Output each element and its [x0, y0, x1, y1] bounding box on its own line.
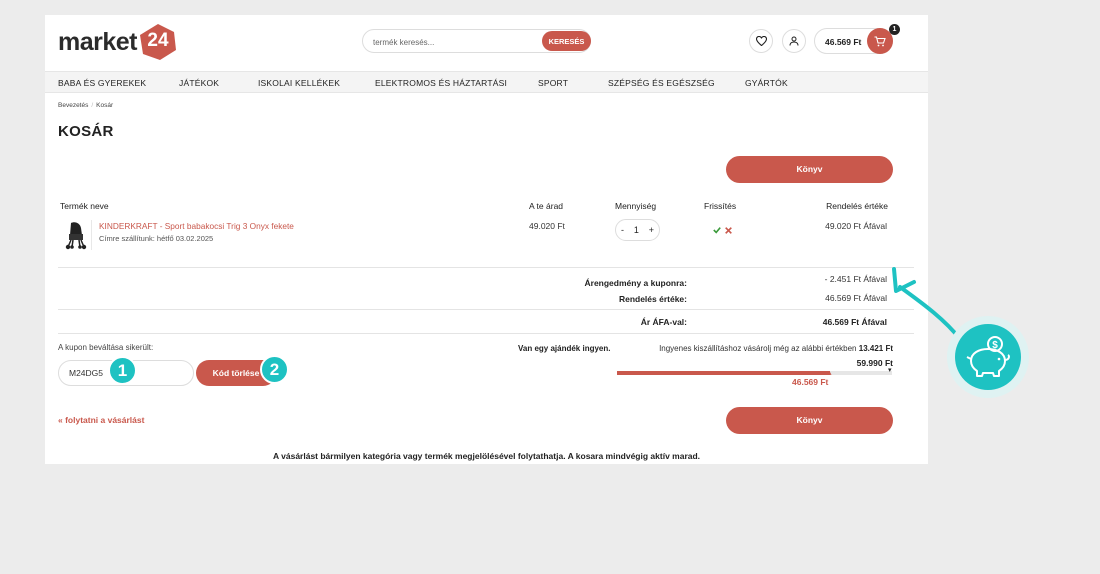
free-shipping-text: Ingyenes kiszállításhoz vásárolj még az …: [659, 344, 893, 353]
coupon-label: A kupon beváltása sikerült:: [58, 343, 154, 352]
vat-price-label: Ár ÁFA-val:: [640, 317, 687, 327]
logo-number: 24: [147, 30, 169, 51]
cart-total: 46.569 Ft: [825, 37, 862, 47]
cart-count-badge: 1: [889, 24, 900, 35]
divider: [58, 267, 914, 268]
logo[interactable]: market 24: [58, 22, 178, 62]
footer-note: A vásárlást bármilyen kategória vagy ter…: [272, 451, 701, 461]
gift-label: Van egy ajándék ingyen.: [518, 344, 611, 353]
nav-item-baby[interactable]: BABA ÉS GYEREKEK: [58, 78, 146, 88]
product-name-link[interactable]: KINDERKRAFT - Sport babakocsi Trig 3 Ony…: [99, 221, 294, 231]
col-your-price: A te árad: [529, 201, 564, 211]
progress-current-marker: ▴: [828, 370, 832, 377]
user-icon: [789, 36, 799, 46]
shop-page: market 24 KERESÉS 46.569 Ft 1 BABA ÉS GY…: [45, 15, 928, 464]
breadcrumb-current: Kosár: [96, 102, 114, 109]
piggy-bank-icon: $: [955, 324, 1021, 390]
quantity-stepper: - 1 +: [615, 219, 660, 241]
remove-x-icon[interactable]: [725, 221, 732, 239]
breadcrumb-home[interactable]: Bevezetés: [58, 102, 88, 109]
free-shipping-message: Ingyenes kiszállításhoz vásárolj még az …: [659, 344, 857, 353]
progress-fill: [617, 371, 831, 375]
qty-value[interactable]: 1: [634, 225, 639, 235]
main-nav: BABA ÉS GYEREKEK JÁTÉKOK ISKOLAI KELLÉKE…: [45, 71, 928, 93]
vat-price-value: 46.569 Ft Áfával: [822, 317, 887, 327]
order-value: 46.569 Ft Áfával: [825, 293, 887, 303]
breadcrumb-separator: /: [91, 102, 94, 109]
wishlist-button[interactable]: [749, 29, 773, 53]
search-bar: KERESÉS: [362, 29, 591, 53]
qty-plus-button[interactable]: +: [649, 225, 654, 235]
checkout-button-top[interactable]: Könyv: [726, 156, 893, 183]
product-total: 49.020 Ft Áfával: [825, 221, 887, 231]
account-button[interactable]: [782, 29, 806, 53]
discount-label: Árengedmény a kuponra:: [584, 278, 688, 288]
product-shipping-date: Címre szállítunk: hétfő 03.02.2025: [99, 234, 214, 243]
divider: [58, 309, 914, 310]
col-quantity: Mennyiség: [615, 201, 657, 211]
heart-icon: [755, 36, 767, 46]
progress-end-marker: ▾: [888, 367, 892, 374]
step-badge-1: 1: [108, 356, 137, 385]
remaining-amount: 13.421 Ft: [858, 344, 893, 353]
nav-item-toys[interactable]: JÁTÉKOK: [179, 78, 219, 88]
search-button[interactable]: KERESÉS: [542, 31, 591, 51]
confirm-check-icon[interactable]: [713, 221, 721, 239]
checkout-button-bottom[interactable]: Könyv: [726, 407, 893, 434]
nav-item-beauty[interactable]: SZÉPSÉG ÉS EGÉSZSÉG: [608, 78, 715, 88]
product-price: 49.020 Ft: [529, 221, 565, 231]
free-shipping-progress: [617, 371, 892, 375]
order-value-label: Rendelés értéke:: [618, 294, 687, 304]
logo-badge: 24: [138, 23, 178, 61]
search-input[interactable]: [373, 34, 533, 50]
product-thumbnail[interactable]: [62, 220, 92, 250]
nav-item-school[interactable]: ISKOLAI KELLÉKEK: [258, 78, 340, 88]
discount-value: - 2.451 Ft Áfával: [824, 274, 887, 284]
continue-shopping-link[interactable]: « folytatni a vásárlást: [58, 415, 144, 425]
savings-badge: $: [947, 316, 1029, 398]
qty-minus-button[interactable]: -: [621, 225, 624, 235]
nav-item-sport[interactable]: SPORT: [538, 78, 568, 88]
progress-current-value: 46.569 Ft: [792, 377, 829, 387]
logo-text: market: [58, 27, 138, 56]
cart-button[interactable]: 1: [867, 24, 900, 54]
divider: [58, 333, 914, 334]
nav-item-brands[interactable]: GYÁRTÓK: [745, 78, 788, 88]
stroller-icon: [65, 222, 87, 250]
col-update: Frissítés: [704, 201, 737, 211]
breadcrumb: Bevezetés / Kosár: [58, 102, 113, 109]
page-title: KOSÁR: [58, 123, 114, 140]
nav-item-electronics[interactable]: ELEKTROMOS ÉS HÁZTARTÁSI: [375, 78, 507, 88]
col-order-value: Rendelés értéke: [826, 201, 888, 211]
col-product-name: Termék neve: [60, 201, 109, 211]
step-badge-2: 2: [260, 355, 289, 384]
cart-icon: [874, 35, 886, 46]
cart-widget[interactable]: 46.569 Ft 1: [814, 24, 900, 54]
